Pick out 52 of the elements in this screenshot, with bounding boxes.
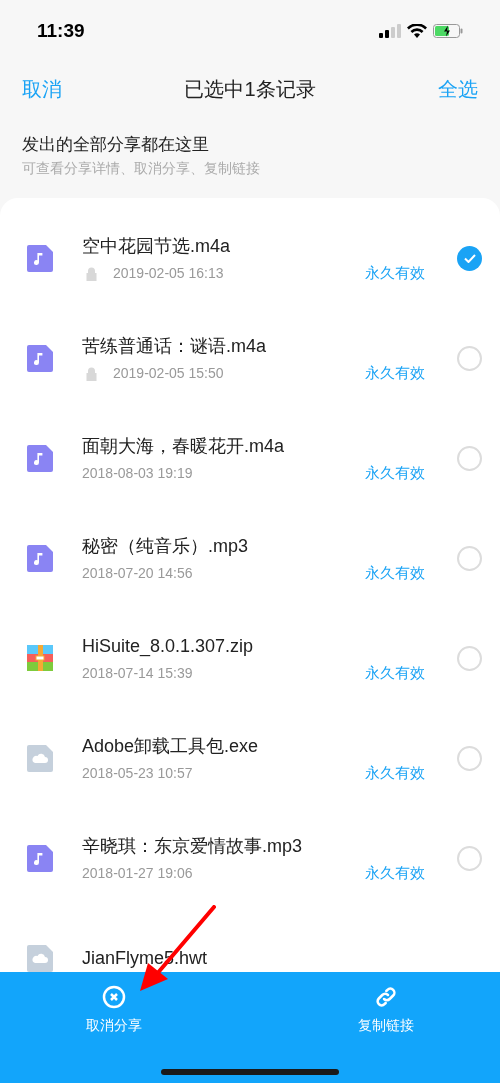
- validity-label: 永久有效: [365, 763, 425, 784]
- file-name: 苦练普通话：谜语.m4a: [82, 334, 268, 358]
- music-file-icon: [27, 544, 53, 572]
- file-row[interactable]: 秘密（纯音乐）.mp3 2018-07-20 14:56 永久有效: [0, 508, 500, 608]
- wifi-icon: [407, 24, 427, 38]
- share-date: 2018-07-14 15:39: [82, 664, 193, 683]
- share-date: 2018-08-03 19:19: [82, 464, 193, 483]
- select-checkbox[interactable]: [457, 245, 482, 271]
- share-date: 2019-02-05 15:50: [113, 364, 224, 383]
- select-checkbox[interactable]: [457, 445, 482, 471]
- validity-label: 永久有效: [365, 863, 425, 884]
- share-date: 2018-05-23 10:57: [82, 764, 193, 783]
- section-title: 发出的全部分享都在这里: [22, 134, 210, 156]
- music-file-icon: [27, 244, 53, 272]
- select-checkbox[interactable]: [457, 645, 482, 671]
- select-checkbox[interactable]: [457, 745, 482, 771]
- validity-label: 永久有效: [365, 463, 425, 484]
- file-name: HiSuite_8.0.1.307.zip: [82, 634, 255, 659]
- music-file-icon: [27, 444, 53, 472]
- file-row[interactable]: 苦练普通话：谜语.m4a 2019-02-05 15:50 永久有效: [0, 308, 500, 408]
- signal-icon: [379, 24, 401, 38]
- share-date: 2019-02-05 16:13: [113, 264, 224, 283]
- battery-charging-icon: [433, 24, 463, 38]
- file-name: 辛晓琪：东京爱情故事.mp3: [82, 834, 304, 858]
- cancel-circle-icon: [102, 985, 126, 1009]
- file-row[interactable]: 空中花园节选.m4a 2019-02-05 16:13 永久有效: [0, 208, 500, 308]
- music-file-icon: [27, 344, 53, 372]
- cloud-file-icon: [27, 744, 53, 772]
- share-date: 2018-07-20 14:56: [82, 564, 193, 583]
- share-date: 2018-01-27 19:06: [82, 864, 193, 883]
- file-row[interactable]: HiSuite_8.0.1.307.zip 2018-07-14 15:39 永久有效: [0, 608, 500, 708]
- link-icon: [374, 985, 398, 1009]
- file-name: 秘密（纯音乐）.mp3: [82, 534, 250, 558]
- select-checkbox[interactable]: [457, 345, 482, 371]
- file-name: Adobe卸载工具包.exe: [82, 734, 260, 758]
- file-name: 面朝大海，春暖花开.m4a: [82, 434, 286, 458]
- file-row[interactable]: Adobe卸载工具包.exe 2018-05-23 10:57 永久有效: [0, 708, 500, 808]
- section-subtitle: 可查看分享详情、取消分享、复制链接: [22, 159, 261, 178]
- select-checkbox[interactable]: [457, 845, 482, 871]
- archive-file-icon: [27, 645, 53, 671]
- checkmark-icon: [463, 253, 476, 263]
- validity-label: 永久有效: [365, 663, 425, 684]
- file-name: 空中花园节选.m4a: [82, 234, 232, 258]
- select-checkbox[interactable]: [457, 545, 482, 571]
- validity-label: 永久有效: [365, 363, 425, 384]
- validity-label: 永久有效: [365, 563, 425, 584]
- validity-label: 永久有效: [365, 263, 425, 284]
- page-title: 已选中1条记录: [184, 77, 316, 102]
- status-time: 11:39: [37, 18, 85, 43]
- file-row[interactable]: 面朝大海，春暖花开.m4a 2018-08-03 19:19 永久有效: [0, 408, 500, 508]
- file-row[interactable]: 辛晓琪：东京爱情故事.mp3 2018-01-27 19:06 永久有效: [0, 808, 500, 908]
- music-file-icon: [27, 844, 53, 872]
